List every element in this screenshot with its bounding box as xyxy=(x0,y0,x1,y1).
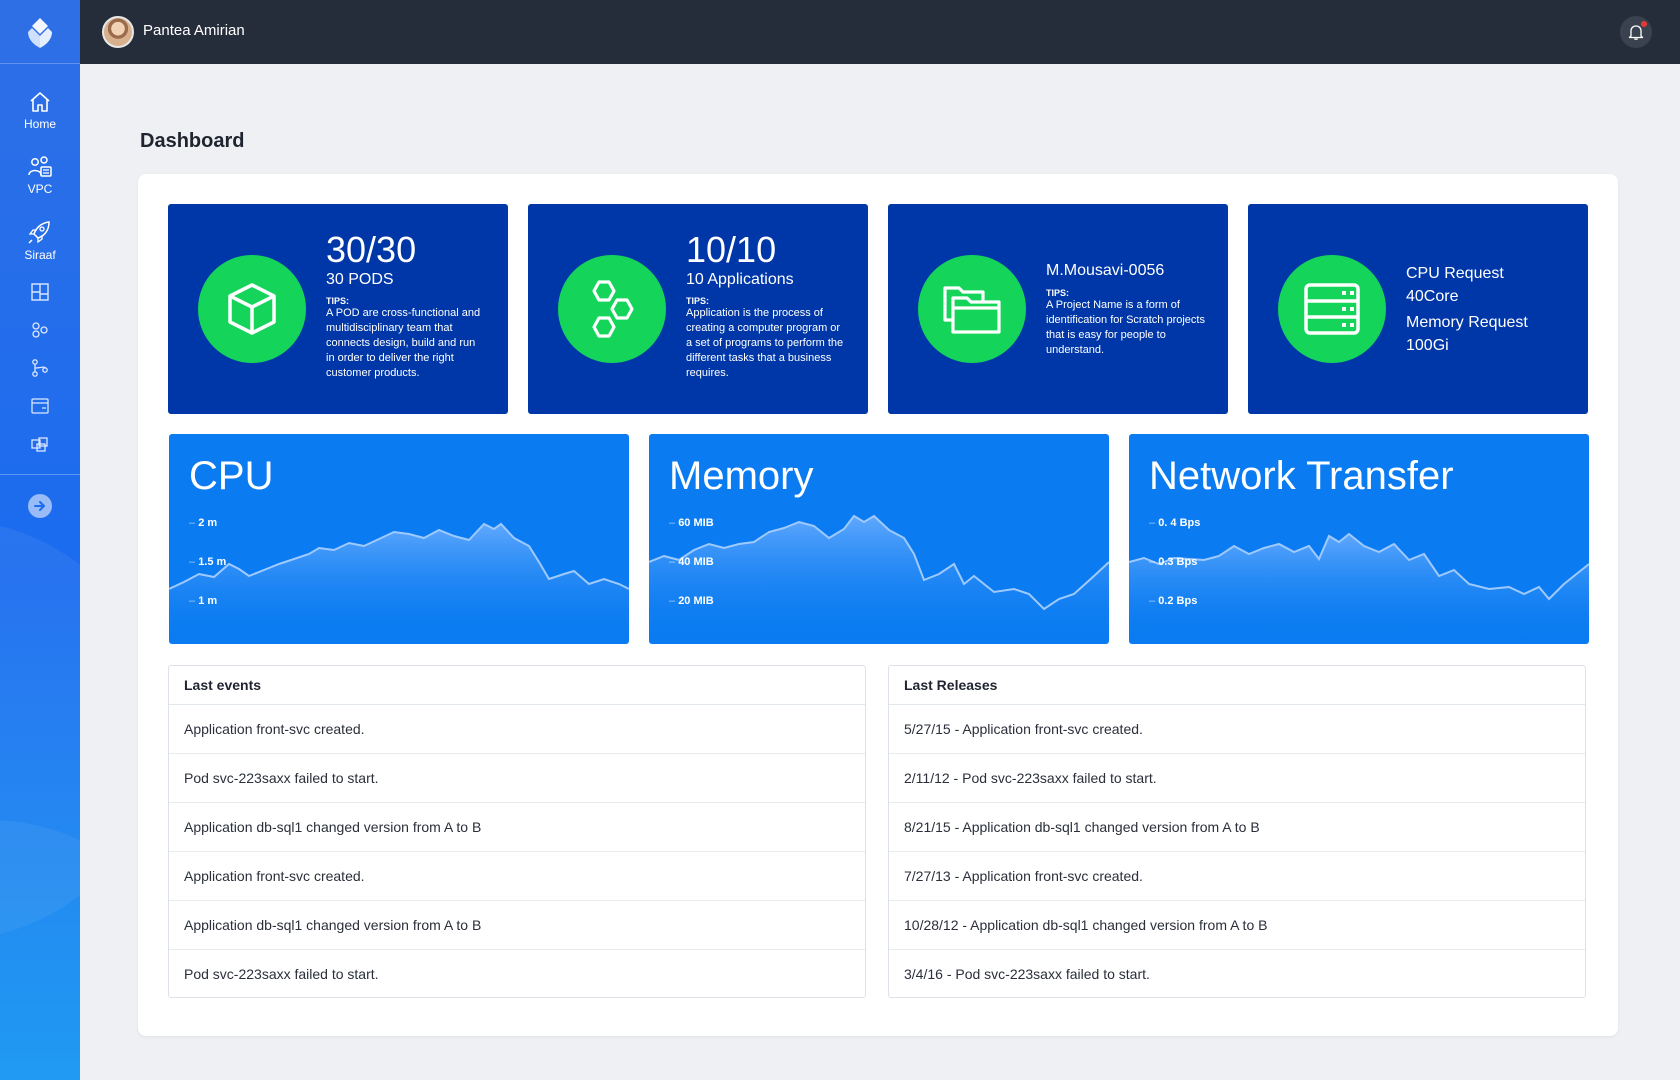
rocket-icon xyxy=(28,221,50,244)
list-item[interactable]: 2/11/12 - Pod svc-223saxx failed to star… xyxy=(889,754,1585,803)
folders-icon xyxy=(943,286,1001,334)
pods-card[interactable]: 30/30 30 PODS TIPS: A POD are cross-func… xyxy=(168,204,508,414)
nodes-icon xyxy=(32,322,48,338)
project-name: M.Mousavi-0056 xyxy=(1046,262,1165,279)
list-item[interactable]: Pod svc-223saxx failed to start. xyxy=(169,754,865,803)
list-item[interactable]: 5/27/15 - Application front-svc created. xyxy=(889,705,1585,754)
applications-tips: Application is the process of creating a… xyxy=(686,307,844,379)
pods-tips-heading: TIPS: xyxy=(326,296,350,306)
pods-tips: A POD are cross-functional and multidisc… xyxy=(326,307,481,379)
sidebar-item-git[interactable] xyxy=(0,358,80,378)
cpu-request-value: 40Core xyxy=(1406,288,1459,305)
network-tick-1: 0. 4 Bps xyxy=(1149,517,1200,529)
cubes-icon xyxy=(31,437,48,452)
last-releases-title: Last Releases xyxy=(889,666,1585,705)
list-item[interactable]: 7/27/13 - Application front-svc created. xyxy=(889,852,1585,901)
users-icon xyxy=(28,156,52,177)
pods-subtitle: 30 PODS xyxy=(326,271,394,288)
project-card[interactable]: M.Mousavi-0056 TIPS: A Project Name is a… xyxy=(888,204,1228,414)
applications-subtitle: 10 Applications xyxy=(686,271,794,288)
arrow-right-icon xyxy=(34,501,45,511)
memory-tick-3: 20 MIB xyxy=(669,595,713,607)
expand-sidebar-button[interactable] xyxy=(28,494,52,518)
resources-card[interactable]: CPU Request 40Core Memory Request 100Gi xyxy=(1248,204,1588,414)
cpu-title: CPU xyxy=(189,454,274,498)
app-logo[interactable] xyxy=(0,0,80,64)
git-icon xyxy=(32,359,48,377)
memory-request-value: 100Gi xyxy=(1406,337,1449,354)
username[interactable]: Pantea Amirian xyxy=(143,22,245,39)
applications-card[interactable]: 10/10 10 Applications TIPS: Application … xyxy=(528,204,868,414)
logo-icon xyxy=(28,17,52,48)
topbar: Pantea Amirian xyxy=(80,0,1680,64)
sidebar-item-window[interactable] xyxy=(0,396,80,416)
network-title: Network Transfer xyxy=(1149,454,1454,498)
list-item[interactable]: Application front-svc created. xyxy=(169,705,865,754)
server-icon xyxy=(1304,283,1360,335)
memory-tick-1: 60 MIB xyxy=(669,517,713,529)
cpu-tick-1: 2 m xyxy=(189,517,217,529)
network-tick-3: 0.2 Bps xyxy=(1149,595,1197,607)
cpu-tick-2: 1.5 m xyxy=(189,556,226,568)
home-icon xyxy=(30,92,50,112)
sidebar: Home VPC Siraaf xyxy=(0,0,80,1080)
memory-tick-2: 40 MIB xyxy=(669,556,713,568)
list-item[interactable]: 10/28/12 - Application db-sql1 changed v… xyxy=(889,901,1585,950)
last-releases-card: Last Releases 5/27/15 - Application fron… xyxy=(888,665,1586,998)
pods-badge xyxy=(198,255,306,363)
cpu-chart-card[interactable]: CPU 2 m 1.5 m 1 m xyxy=(169,434,629,644)
avatar[interactable] xyxy=(102,16,134,48)
notification-badge xyxy=(1641,21,1647,27)
sidebar-item-cubes[interactable] xyxy=(0,434,80,454)
sidebar-item-home[interactable]: Home xyxy=(0,90,80,131)
window-icon xyxy=(31,398,49,414)
memory-request-label: Memory Request xyxy=(1406,314,1528,331)
sidebar-item-label: Home xyxy=(23,117,56,131)
hexagons-icon xyxy=(592,280,634,338)
sidebar-divider xyxy=(0,474,80,475)
sidebar-item-siraaf[interactable]: Siraaf xyxy=(0,219,80,262)
resources-badge xyxy=(1278,255,1386,363)
sidebar-item-grid[interactable] xyxy=(0,282,80,302)
sidebar-item-label: Siraaf xyxy=(24,248,56,262)
memory-chart-card[interactable]: Memory 60 MIB 40 MIB 20 MIB xyxy=(649,434,1109,644)
list-item[interactable]: Application db-sql1 changed version from… xyxy=(169,901,865,950)
cpu-tick-3: 1 m xyxy=(189,595,217,607)
network-tick-2: 0.3 Bps xyxy=(1149,556,1197,568)
sidebar-item-nodes[interactable] xyxy=(0,320,80,340)
last-events-title: Last events xyxy=(169,666,865,705)
grid-icon xyxy=(31,283,49,301)
list-item[interactable]: 8/21/15 - Application db-sql1 changed ve… xyxy=(889,803,1585,852)
page-title: Dashboard xyxy=(140,130,245,152)
project-tips-heading: TIPS: xyxy=(1046,288,1070,298)
project-badge xyxy=(918,255,1026,363)
sidebar-item-vpc[interactable]: VPC xyxy=(0,155,80,196)
notifications-button[interactable] xyxy=(1620,16,1652,48)
applications-count: 10/10 xyxy=(686,229,777,270)
list-item[interactable]: 3/4/16 - Pod svc-223saxx failed to start… xyxy=(889,950,1585,999)
cpu-request-label: CPU Request xyxy=(1406,265,1504,282)
list-item[interactable]: Pod svc-223saxx failed to start. xyxy=(169,950,865,999)
applications-badge xyxy=(558,255,666,363)
cube-icon xyxy=(228,283,276,335)
sidebar-item-label: VPC xyxy=(27,182,53,196)
pods-count: 30/30 xyxy=(326,229,417,270)
list-item[interactable]: Application front-svc created. xyxy=(169,852,865,901)
network-chart-card[interactable]: Network Transfer 0. 4 Bps 0.3 Bps 0.2 Bp… xyxy=(1129,434,1589,644)
applications-tips-heading: TIPS: xyxy=(686,296,710,306)
last-events-card: Last events Application front-svc create… xyxy=(168,665,866,998)
list-item[interactable]: Application db-sql1 changed version from… xyxy=(169,803,865,852)
project-tips: A Project Name is a form of identificati… xyxy=(1046,299,1205,356)
memory-title: Memory xyxy=(669,454,814,498)
